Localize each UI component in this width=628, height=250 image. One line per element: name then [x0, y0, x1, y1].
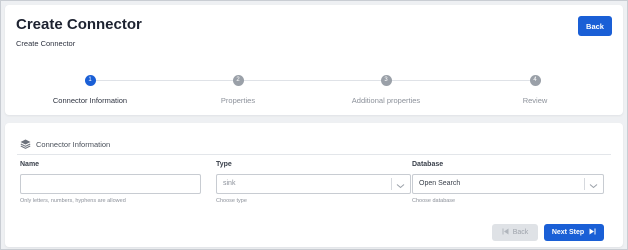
- next-step-button[interactable]: Next Step: [544, 224, 604, 241]
- step-label: Properties: [220, 96, 256, 105]
- skip-back-icon: [502, 228, 509, 237]
- page-title: Create Connector: [16, 16, 142, 33]
- divider: [17, 154, 611, 155]
- step-label: Additional properties: [351, 96, 421, 105]
- type-helper: Choose type: [216, 198, 247, 204]
- type-value: sink: [223, 180, 236, 187]
- name-label: Name: [20, 161, 40, 168]
- database-field-group: Database Open Search Choose database: [412, 161, 604, 204]
- section-title: Connector Information: [36, 139, 111, 149]
- breadcrumb: Create Connector: [16, 39, 76, 48]
- name-helper: Only letters, numbers, hyphens are allow…: [20, 198, 126, 204]
- step-label: Connector Information: [52, 96, 128, 105]
- name-field-group: Name Only letters, numbers, hyphens are …: [20, 161, 201, 204]
- step-number: 2: [232, 75, 244, 86]
- step-label: Review: [522, 96, 548, 105]
- name-input-wrapper: [20, 174, 201, 194]
- database-helper: Choose database: [412, 198, 456, 204]
- header-card: Create Connector Create Connector Back 1…: [5, 5, 623, 115]
- step-review[interactable]: 4 Review: [475, 75, 595, 105]
- skip-forward-icon: [589, 228, 596, 237]
- chevron-down-icon: [396, 180, 405, 198]
- step-connector-information[interactable]: 1 Connector Information: [30, 75, 150, 105]
- database-value: Open Search: [419, 180, 461, 187]
- stepper-line: [90, 80, 539, 81]
- step-number: 1: [84, 75, 96, 86]
- step-properties[interactable]: 2 Properties: [178, 75, 298, 105]
- name-input[interactable]: [27, 175, 200, 193]
- step-additional-properties[interactable]: 3 Additional properties: [326, 75, 446, 105]
- chevron-down-icon: [589, 180, 598, 198]
- type-select[interactable]: sink: [216, 174, 411, 194]
- database-label: Database: [412, 161, 444, 168]
- type-label: Type: [216, 161, 232, 168]
- next-step-label: Next Step: [551, 229, 585, 236]
- database-select[interactable]: Open Search: [412, 174, 604, 194]
- layers-icon: [20, 139, 31, 149]
- previous-step-button[interactable]: Back: [492, 224, 538, 241]
- step-number: 4: [529, 75, 541, 86]
- select-separator: [584, 178, 585, 190]
- section-header: Connector Information: [20, 139, 110, 149]
- type-field-group: Type sink Choose type: [216, 161, 411, 204]
- app-frame: Create Connector Create Connector Back 1…: [0, 0, 628, 250]
- back-button[interactable]: Back: [578, 16, 612, 36]
- select-separator: [391, 178, 392, 190]
- previous-step-label: Back: [512, 229, 529, 236]
- step-number: 3: [380, 75, 392, 86]
